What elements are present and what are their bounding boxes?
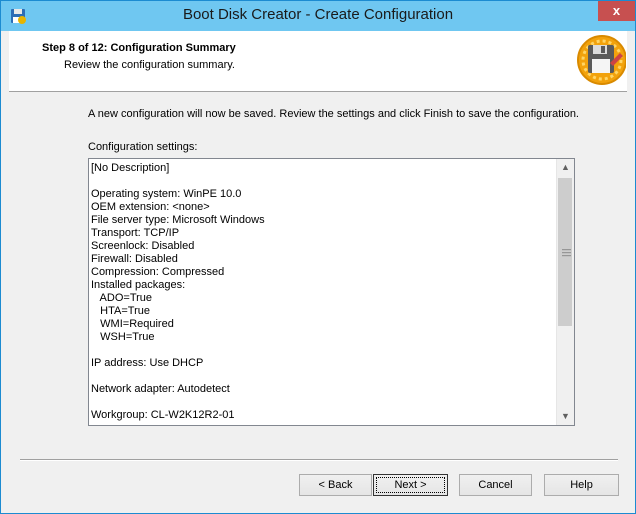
settings-line: Firewall: Disabled xyxy=(91,253,178,265)
wizard-window: Boot Disk Creator - Create Configuration… xyxy=(0,0,636,514)
settings-line: OEM extension: <none> xyxy=(91,201,210,213)
title-bar[interactable]: Boot Disk Creator - Create Configuration… xyxy=(1,1,635,31)
back-button[interactable]: < Back xyxy=(299,474,372,496)
settings-line: Compression: Compressed xyxy=(91,266,225,278)
settings-line: Screenlock: Disabled xyxy=(91,240,195,252)
separator xyxy=(20,459,618,461)
settings-line xyxy=(91,344,557,357)
help-button[interactable]: Help xyxy=(544,474,619,496)
scroll-thumb[interactable]: — — — xyxy=(558,178,572,326)
settings-line xyxy=(91,370,557,383)
intro-text: A new configuration will now be saved. R… xyxy=(88,108,579,120)
next-button[interactable]: Next > xyxy=(373,474,448,496)
cancel-button[interactable]: Cancel xyxy=(459,474,532,496)
settings-line: Network adapter: Autodetect xyxy=(91,383,230,395)
settings-list-content: [No Description] Operating system: WinPE … xyxy=(91,162,557,422)
settings-line: Operating system: WinPE 10.0 xyxy=(91,188,242,200)
settings-label: Configuration settings: xyxy=(88,141,198,153)
settings-line xyxy=(91,396,557,409)
close-button[interactable]: x xyxy=(598,1,635,21)
step-subtitle: Review the configuration summary. xyxy=(64,59,235,71)
settings-line: WSH=True xyxy=(91,331,155,343)
settings-line xyxy=(91,175,557,188)
scroll-up-arrow-icon[interactable]: ▲ xyxy=(557,159,574,176)
vertical-scrollbar[interactable]: ▲ — — — ▼ xyxy=(556,159,574,425)
window-title: Boot Disk Creator - Create Configuration xyxy=(182,6,454,23)
floppy-disk-logo-icon xyxy=(577,35,626,85)
wizard-header: Step 8 of 12: Configuration Summary Revi… xyxy=(9,31,627,92)
settings-line: WMI=Required xyxy=(91,318,174,330)
configuration-settings-list[interactable]: [No Description] Operating system: WinPE … xyxy=(88,158,575,426)
settings-line: ADO=True xyxy=(91,292,153,304)
settings-line: Transport: TCP/IP xyxy=(91,227,180,239)
settings-line: Installed packages: xyxy=(91,279,186,291)
scroll-down-arrow-icon[interactable]: ▼ xyxy=(557,408,574,425)
grip-icon: — — — xyxy=(562,244,571,260)
settings-line: IP address: Use DHCP xyxy=(91,357,204,369)
settings-line: File server type: Microsoft Windows xyxy=(91,214,265,226)
step-title: Step 8 of 12: Configuration Summary xyxy=(42,42,236,54)
settings-line: Workgroup: CL-W2K12R2-01 xyxy=(91,409,235,421)
settings-line: [No Description] xyxy=(91,162,170,174)
settings-line: HTA=True xyxy=(91,305,150,317)
